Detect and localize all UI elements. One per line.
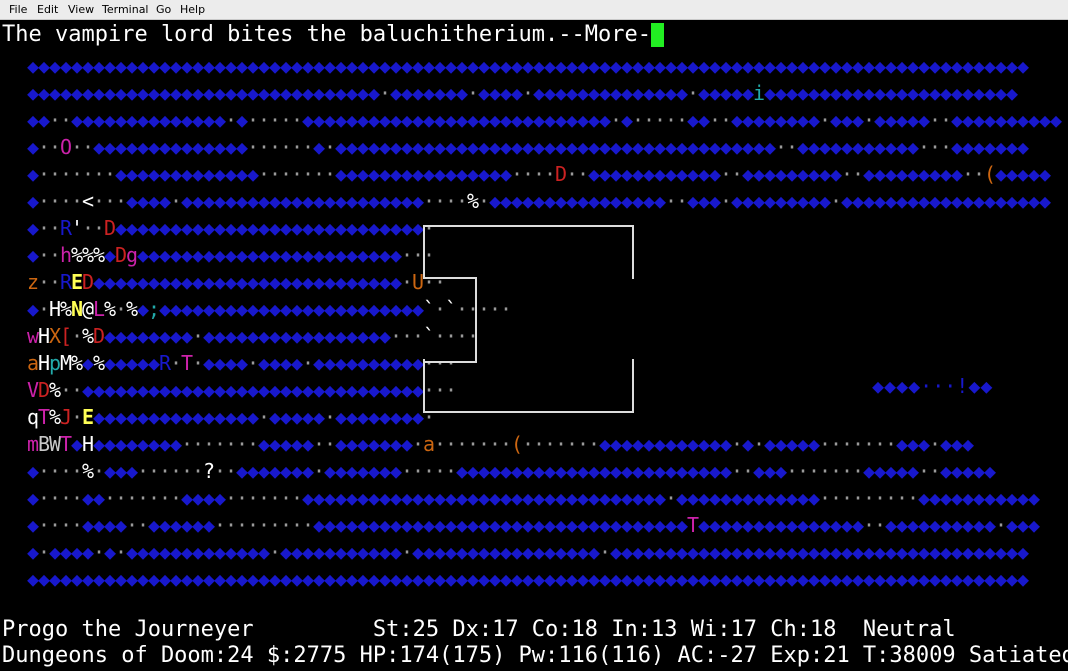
- map-row: ◆····<···◆◆◆◆·◆◆◆◆◆◆◆◆◆◆◆◆◆◆◆◆◆◆◆◆◆◆····…: [27, 189, 1052, 213]
- menu-edit[interactable]: Edit: [37, 3, 58, 16]
- map-row: mBWT◆H◆◆◆◆◆◆◆◆·······◆◆◆◆◆··◆◆◆◆◆◆◆·a···…: [27, 432, 975, 456]
- map-row: ◆◆◆◆◆◆◆◆◆◆◆◆◆◆◆◆◆◆◆◆◆◆◆◆◆◆◆◆◆◆◆◆◆◆◆◆◆◆◆◆…: [27, 567, 1030, 591]
- map-row: ◆····◆◆·······◆◆◆◆·······◆◆◆◆◆◆◆◆◆◆◆◆◆◆◆…: [27, 486, 1041, 510]
- map-row: ◆····◆◆◆◆··◆◆◆◆◆◆·········◆◆◆◆◆◆◆◆◆◆◆◆◆◆…: [27, 513, 1041, 537]
- room-wall-top: [423, 225, 634, 279]
- map-row: ◆··O··◆◆◆◆◆◆◆◆◆◆◆◆◆◆······◆·◆◆◆◆◆◆◆◆◆◆◆◆…: [27, 135, 1030, 159]
- menu-view[interactable]: View: [68, 3, 94, 16]
- map-row: wHX[·%D◆◆◆◆◆◆◆◆·◆◆◆◆◆◆◆◆◆◆◆◆◆◆◆◆◆···`···…: [27, 324, 480, 348]
- status-line-1: Progo the Journeyer St:25 Dx:17 Co:18 In…: [2, 617, 956, 642]
- map-row: ◆·◆◆◆◆·◆·◆◆◆◆◆◆◆◆◆◆◆◆◆·◆◆◆◆◆◆◆◆◆◆◆·◆◆◆◆◆…: [27, 540, 1030, 564]
- map-row: ◆◆◆◆◆◆◆◆◆◆◆◆◆◆◆◆◆◆◆◆◆◆◆◆◆◆◆◆◆◆◆◆·◆◆◆◆◆◆◆…: [27, 81, 1019, 105]
- menu-file[interactable]: File: [9, 3, 27, 16]
- map-row: aHpM%◆%◆◆◆◆◆R·T·◆◆◆◆·◆◆◆◆·◆◆◆◆◆◆◆◆◆◆···: [27, 351, 458, 375]
- menu-bar: File Edit View Terminal Go Help: [0, 0, 1068, 20]
- map-fragment: ◆◆◆◆···!◆◆: [872, 374, 993, 398]
- text-cursor: [651, 23, 664, 47]
- map-row: ◆◆··◆◆◆◆◆◆◆◆◆◆◆◆◆◆·◆·····◆◆◆◆◆◆◆◆◆◆◆◆◆◆◆…: [27, 108, 1063, 132]
- menu-help[interactable]: Help: [180, 3, 205, 16]
- room-wall-middle: [423, 277, 477, 363]
- map-row: qT%J·E◆◆◆◆◆◆◆◆◆◆◆◆◆◆◆·◆◆◆◆◆·◆◆◆◆◆◆◆◆·: [27, 405, 436, 429]
- menu-terminal[interactable]: Terminal: [102, 3, 149, 16]
- map-row: ◆◆◆◆◆◆◆◆◆◆◆◆◆◆◆◆◆◆◆◆◆◆◆◆◆◆◆◆◆◆◆◆◆◆◆◆◆◆◆◆…: [27, 54, 1030, 78]
- map-row: VD%··◆◆◆◆◆◆◆◆◆◆◆◆◆◆◆◆◆◆◆◆◆◆◆◆◆◆◆◆◆◆◆···: [27, 378, 458, 402]
- map-row: ◆··R'··D◆◆◆◆◆◆◆◆◆◆◆◆◆◆◆◆◆◆◆◆◆◆◆◆◆◆◆◆·: [27, 216, 436, 240]
- status-line-2: Dungeons of Doom:24 $:2775 HP:174(175) P…: [2, 643, 1068, 668]
- map-row: ◆····%·◆◆◆······?··◆◆◆◆◆◆◆·◆◆◆◆◆◆◆·····◆…: [27, 459, 997, 483]
- map-row: ◆·······◆◆◆◆◆◆◆◆◆◆◆◆◆·······◆◆◆◆◆◆◆◆◆◆◆◆…: [27, 162, 1052, 186]
- room-wall-bottom: [423, 359, 634, 413]
- map-row: z··RED◆◆◆◆◆◆◆◆◆◆◆◆◆◆◆◆◆◆◆◆◆◆◆◆◆◆◆◆·U··: [27, 270, 447, 294]
- terminal-screen[interactable]: The vampire lord bites the baluchitheriu…: [0, 21, 1068, 671]
- map-row: ◆··h%%%◆Dg◆◆◆◆◆◆◆◆◆◆◆◆◆◆◆◆◆◆◆◆◆◆◆◆···: [27, 243, 436, 267]
- menu-go[interactable]: Go: [156, 3, 171, 16]
- message-line: The vampire lord bites the baluchitheriu…: [2, 22, 665, 47]
